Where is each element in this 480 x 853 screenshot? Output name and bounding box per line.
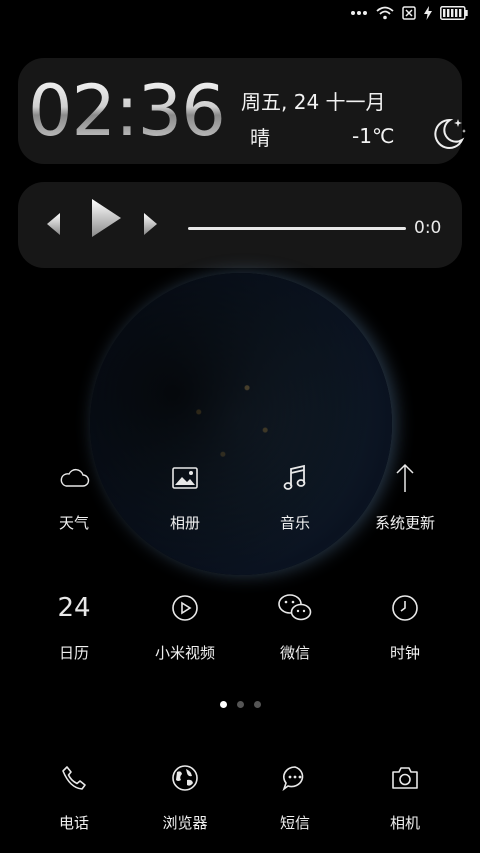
app-label: 浏览器 bbox=[162, 814, 208, 832]
page-dot-1[interactable] bbox=[219, 701, 227, 708]
app-label: 短信 bbox=[279, 814, 310, 832]
music-progress-bar[interactable] bbox=[188, 227, 406, 230]
battery-icon bbox=[440, 6, 468, 20]
music-player-widget: 0:0 bbox=[18, 182, 462, 268]
clock-time[interactable]: 02:36 bbox=[28, 70, 226, 152]
app-wechat[interactable]: 微信 bbox=[240, 588, 350, 663]
wechat-icon bbox=[278, 594, 312, 621]
photo-icon bbox=[172, 467, 198, 489]
dock-browser[interactable]: 浏览器 bbox=[130, 758, 240, 833]
weather-condition: 晴 bbox=[250, 126, 270, 150]
arrow-up-icon bbox=[396, 463, 414, 492]
app-system-update[interactable]: 系统更新 bbox=[350, 458, 460, 533]
app-label: 音乐 bbox=[279, 514, 310, 532]
camera-icon bbox=[392, 767, 418, 789]
no-sim-icon bbox=[402, 6, 416, 20]
charging-icon bbox=[424, 6, 432, 20]
status-bar bbox=[350, 4, 468, 22]
phone-icon bbox=[62, 766, 86, 790]
wifi-icon bbox=[376, 6, 394, 20]
page-dot-2[interactable] bbox=[236, 701, 244, 708]
dock-phone[interactable]: 电话 bbox=[19, 758, 129, 833]
play-icon[interactable] bbox=[88, 196, 124, 240]
clock-date[interactable]: 周五, 24 十一月 bbox=[241, 86, 386, 115]
dock-messages[interactable]: 短信 bbox=[240, 758, 350, 833]
music-note-icon bbox=[283, 464, 306, 490]
dock-camera[interactable]: 相机 bbox=[350, 758, 460, 833]
page-dot-3[interactable] bbox=[253, 701, 261, 708]
app-clock[interactable]: 时钟 bbox=[350, 588, 460, 663]
app-label: 系统更新 bbox=[374, 514, 435, 532]
clock-weather-widget[interactable]: 02:36 周五, 24 十一月 晴 -1℃ bbox=[18, 58, 466, 164]
message-icon bbox=[282, 766, 304, 792]
clock-icon bbox=[392, 595, 418, 621]
weather-temperature: -1℃ bbox=[352, 124, 395, 148]
globe-icon bbox=[172, 765, 198, 791]
page-indicator[interactable] bbox=[0, 701, 480, 708]
next-track-icon[interactable] bbox=[142, 210, 160, 238]
app-label: 日历 bbox=[58, 644, 89, 662]
app-music[interactable]: 音乐 bbox=[240, 458, 350, 533]
app-label: 相册 bbox=[169, 514, 200, 532]
app-mi-video[interactable]: 小米视频 bbox=[130, 588, 240, 663]
app-label: 微信 bbox=[279, 644, 310, 662]
music-elapsed-time: 0:0 bbox=[414, 218, 442, 238]
play-circle-icon bbox=[172, 595, 198, 621]
cloud-icon bbox=[60, 468, 90, 487]
dots-icon bbox=[351, 11, 367, 15]
app-calendar[interactable]: 24 日历 bbox=[19, 588, 129, 663]
app-label: 时钟 bbox=[389, 644, 420, 662]
app-gallery[interactable]: 相册 bbox=[130, 458, 240, 533]
calendar-icon: 24 bbox=[57, 593, 91, 623]
app-label: 小米视频 bbox=[154, 644, 215, 662]
app-label: 电话 bbox=[58, 814, 89, 832]
app-label: 相机 bbox=[389, 814, 420, 832]
app-weather[interactable]: 天气 bbox=[19, 458, 129, 533]
moon-stars-icon[interactable] bbox=[428, 114, 468, 154]
previous-track-icon[interactable] bbox=[44, 210, 62, 238]
app-label: 天气 bbox=[58, 514, 89, 532]
